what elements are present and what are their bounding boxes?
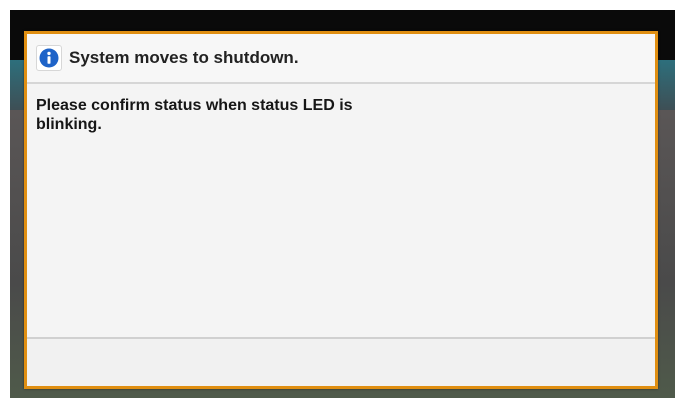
dialog-footer — [27, 339, 655, 386]
dialog-body: Please confirm status when status LED is… — [27, 84, 655, 339]
info-icon — [36, 45, 62, 71]
dialog-message: Please confirm status when status LED is… — [36, 97, 353, 133]
dialog-header: System moves to shutdown. — [27, 34, 655, 84]
device-screen: System moves to shutdown. Please confirm… — [10, 10, 675, 398]
shutdown-dialog: System moves to shutdown. Please confirm… — [24, 31, 658, 389]
dialog-title: System moves to shutdown. — [69, 48, 299, 67]
